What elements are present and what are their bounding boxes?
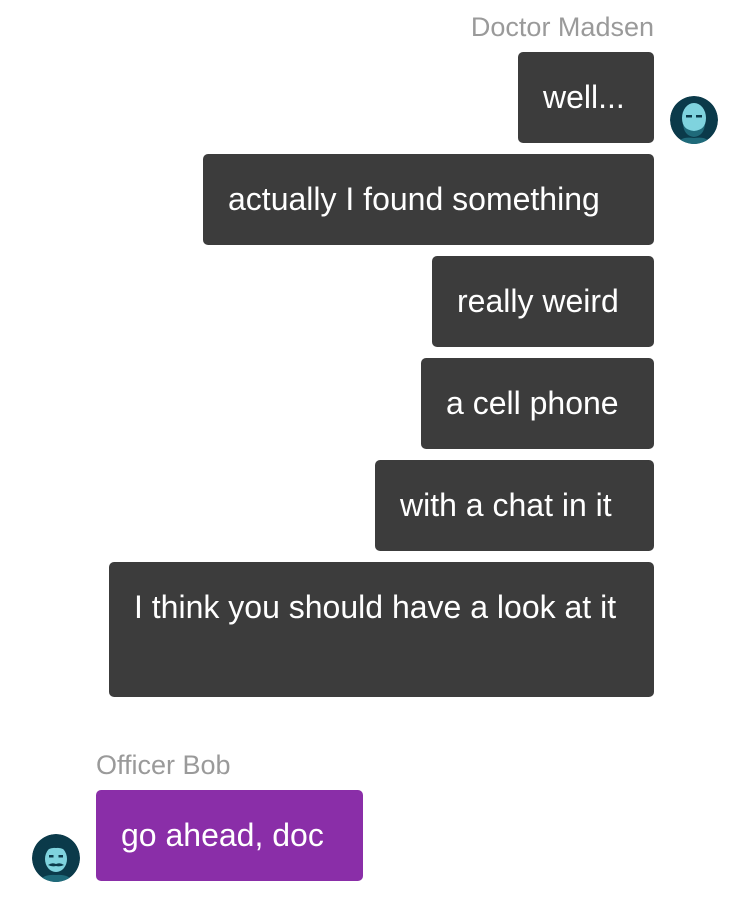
- message-bubble[interactable]: I think you should have a look at it: [109, 562, 654, 697]
- avatar[interactable]: [670, 96, 718, 144]
- message-bubble[interactable]: go ahead, doc: [96, 790, 363, 881]
- bald-man-avatar-icon: [670, 96, 718, 144]
- sender-name: Doctor Madsen: [470, 12, 654, 42]
- sender-name: Officer Bob: [96, 750, 231, 780]
- mustached-man-avatar-icon: [32, 834, 80, 882]
- message-bubble[interactable]: actually I found something: [203, 154, 654, 245]
- message-bubble[interactable]: a cell phone: [421, 358, 654, 449]
- avatar[interactable]: [32, 834, 80, 882]
- message-bubble[interactable]: with a chat in it: [375, 460, 654, 551]
- message-bubble[interactable]: really weird: [432, 256, 654, 347]
- message-bubble[interactable]: well...: [518, 52, 654, 143]
